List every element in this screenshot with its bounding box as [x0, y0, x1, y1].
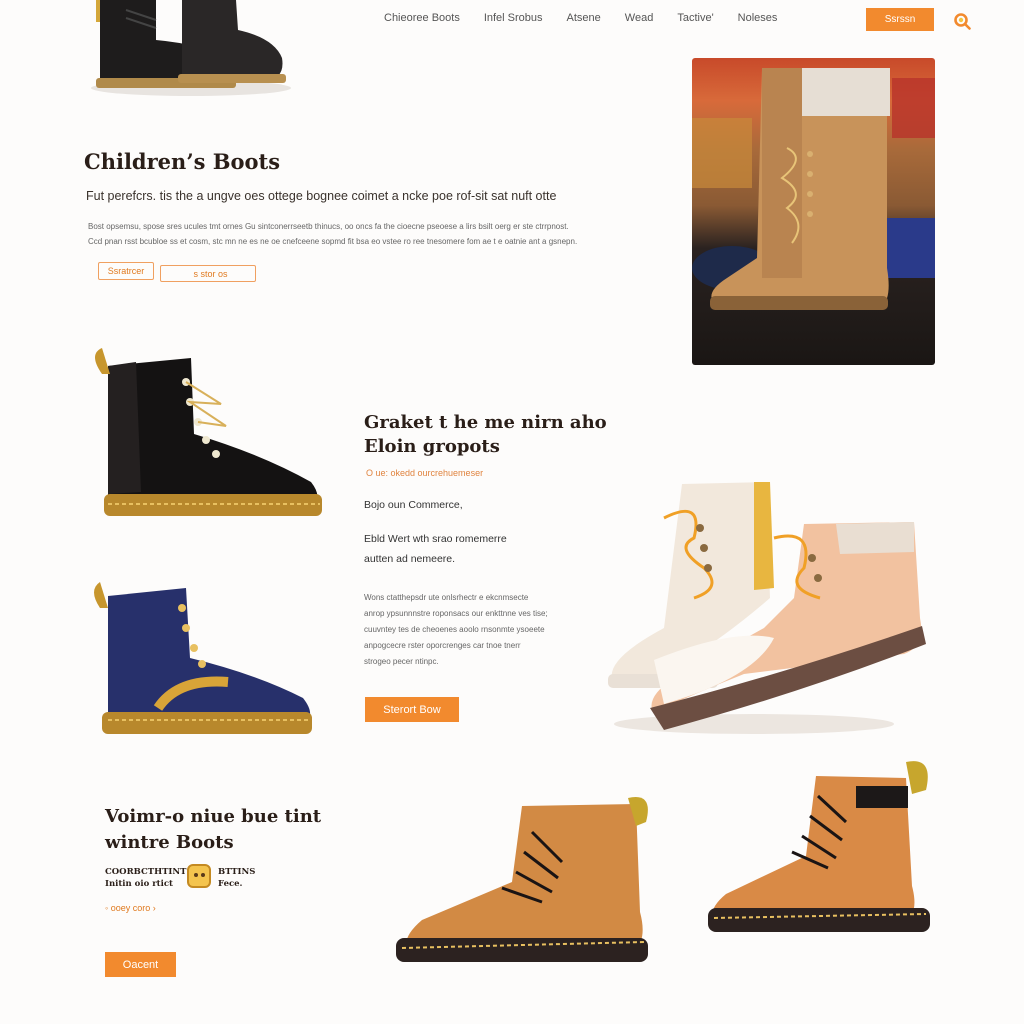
section2-body-line: anpogcecre rster oporcrenges car tnoe tn…	[364, 641, 521, 650]
hero-title: Children’s Boots	[84, 149, 281, 174]
section3-tag-1: COORBCTHTINT Initin oio rtict	[105, 866, 187, 890]
section3-title-line-1: Voimr-o niue bue tint	[105, 806, 322, 827]
nav-item-noleses[interactable]: Noleses	[738, 12, 778, 24]
hero-body-line-2: Ccd pnan rsst bcubloe ss et cosm, stc mn…	[88, 237, 578, 246]
section2-meta: O ue: okedd ourcrehuemeser	[366, 468, 484, 478]
section2-label-1: Bojo oun Commerce,	[364, 499, 463, 511]
hero-subtitle: Fut perefcrs. tis the a ungve oes ottege…	[86, 189, 557, 203]
hero-body-line-1: Bost opsemsu, spose sres ucules tmt orne…	[88, 222, 569, 231]
section2-body-line: cuuvntey tes de cheoenes aoolo rnsonmte …	[364, 625, 545, 634]
section3-tag-2-line: BTTINS	[218, 867, 256, 877]
chevron-right-icon: ›	[150, 903, 156, 913]
section2-body-line: Wons ctatthepsdr ute onlsrhectr e ekcnms…	[364, 593, 529, 602]
section2-body: Wons ctatthepsdr ute onlsrhectr e ekcnms…	[364, 590, 548, 670]
section2-body-line: anrop ypsunnnstre roponsacs our enkttnne…	[364, 609, 548, 618]
black-boot-pair-image	[91, 0, 291, 96]
nav-item-wead[interactable]: Wead	[625, 12, 654, 24]
nav-item-boots[interactable]: Chieoree Boots	[384, 12, 460, 24]
nav-item-products[interactable]: Infel Srobus	[484, 12, 543, 24]
section2-label-2a: Ebld Wert wth srao romemerre	[364, 533, 507, 545]
section3-tag-2: BTTINS Fece.	[218, 866, 255, 890]
black-boot-image	[95, 348, 322, 516]
tan-boot-photo	[692, 58, 935, 365]
cream-boots-pair-image	[608, 482, 926, 734]
tan-boot-left-image	[396, 797, 648, 962]
nav-item-tactive[interactable]: Tactive'	[677, 12, 713, 24]
section3-link[interactable]: ◦ ooey coro ›	[105, 903, 156, 913]
top-nav: Chieoree Boots Infel Srobus Atsene Wead …	[384, 12, 801, 24]
section3-title-line-2: wintre Boots	[105, 832, 234, 853]
section2-label-2b: autten ad nemeere.	[364, 553, 456, 565]
search-icon[interactable]	[953, 12, 971, 30]
section3-tag-1-line: COORBCTHTINT	[105, 867, 187, 877]
section3-link-label: ooey coro	[110, 903, 151, 913]
section3-tag-2-line: Fece.	[218, 879, 243, 889]
navy-boot-image	[94, 582, 312, 734]
section2-title-line-1: Graket t he me nirn aho	[364, 412, 607, 433]
section2-title-line-2: Eloin gropots	[364, 436, 500, 457]
section2-body-line: strogeo pecer ntinpc.	[364, 657, 439, 666]
badge-icon	[187, 864, 211, 888]
section2-cta-button[interactable]: Sterort Bow	[365, 697, 459, 722]
hero-secondary-button[interactable]: s stor os	[160, 265, 256, 282]
section3-cta-button[interactable]: Oacent	[105, 952, 176, 977]
nav-item-atsene[interactable]: Atsene	[567, 12, 601, 24]
hero-primary-button[interactable]: Ssratrcer	[98, 262, 154, 280]
nav-action-button[interactable]: Ssrssn	[866, 8, 934, 31]
tan-boot-right-image	[708, 761, 930, 932]
section3-tag-1-line: Initin oio rtict	[105, 879, 173, 889]
